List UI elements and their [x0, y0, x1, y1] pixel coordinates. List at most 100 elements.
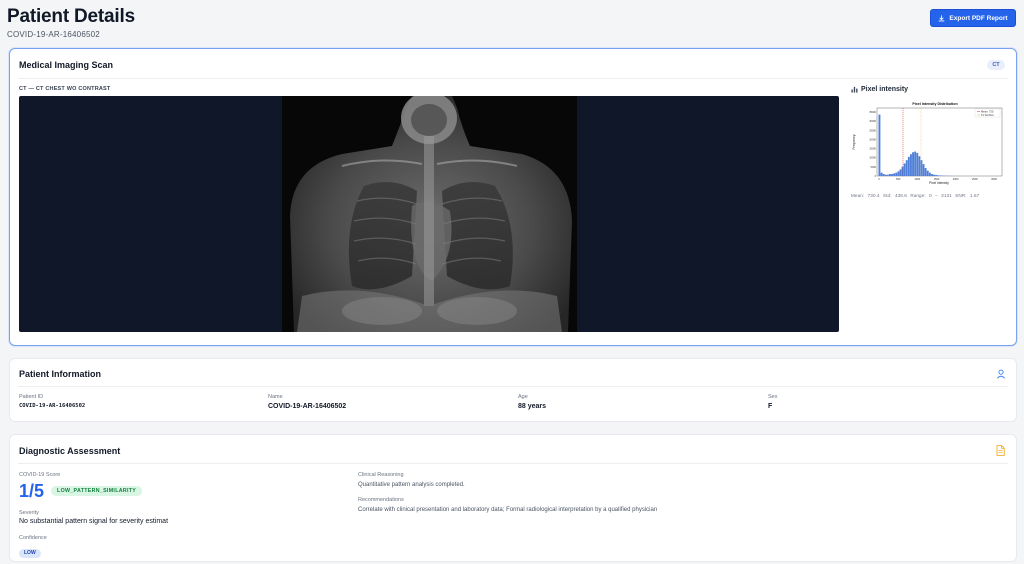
field-name: Name COVID-19-AR-16406502 [268, 394, 346, 410]
bar-chart-icon [851, 86, 858, 93]
histogram-ylabel: Frequency [852, 134, 856, 149]
legend-mean: Mean: 730 [981, 110, 994, 114]
person-icon [996, 369, 1006, 379]
field-patient-id: Patient ID COVID-19-AR-16406502 [19, 394, 85, 409]
y-tick-label: 35000 [869, 111, 876, 114]
histogram-bar [933, 174, 935, 176]
reasoning-block: Clinical Reasoning Quantitative pattern … [358, 472, 465, 488]
histogram-bar [920, 160, 923, 176]
pattern-similarity-badge: LOW_PATTERN_SIMILARITY [51, 486, 143, 496]
x-tick-label: 2000 [953, 177, 959, 181]
histogram-bar [893, 173, 896, 176]
histogram-bar [914, 151, 917, 176]
histogram-bar [882, 174, 885, 176]
histogram-bar [889, 174, 891, 176]
imaging-card-title: Medical Imaging Scan [19, 60, 114, 70]
pixel-intensity-histogram: Pixel Intensity Distribution 05000100001… [851, 99, 1005, 185]
y-tick-label: 10000 [869, 157, 876, 160]
page-title: Patient Details [7, 6, 135, 27]
patient-info-title: Patient Information [19, 369, 102, 379]
field-age: Age 88 years [518, 394, 546, 410]
x-tick-label: 1000 [914, 177, 920, 181]
y-tick-label: 25000 [869, 129, 876, 132]
page-subtitle: COVID-19-AR-16406502 [7, 30, 100, 39]
download-icon [939, 14, 945, 21]
imaging-divider [18, 78, 1008, 79]
scan-description: CT — CT CHEST WO CONTRAST [19, 86, 111, 92]
sex-label: Sex [768, 394, 778, 400]
score-block: COVID-19 Score 1/5 LOW_PATTERN_SIMILARIT… [19, 472, 143, 501]
histogram-title: Pixel Intensity Distribution [912, 102, 957, 106]
histogram-bar [897, 171, 900, 176]
severity-label: Severity [19, 510, 39, 516]
scan-viewer[interactable] [19, 96, 839, 332]
histogram-bar [918, 156, 921, 176]
histogram-bar [931, 174, 933, 176]
reasoning-value: Quantitative pattern analysis completed. [358, 482, 465, 488]
patient-divider [18, 386, 1008, 387]
x-tick-label: 500 [896, 177, 901, 181]
histogram-bar [926, 170, 929, 176]
histogram-bar [912, 152, 914, 176]
pixel-intensity-title: Pixel intensity [851, 86, 908, 93]
export-pdf-button[interactable]: Export PDF Report [930, 9, 1016, 27]
pixel-intensity-label: Pixel intensity [861, 86, 909, 93]
pixel-statistics: Mean: 730.4 Std: 438.6 Range: 0 – 3131 S… [851, 193, 980, 198]
age-label: Age [518, 394, 528, 400]
age-value: 88 years [518, 403, 547, 410]
histogram-bar [886, 174, 889, 176]
sex-value: F [768, 403, 773, 410]
y-tick-label: 5000 [871, 166, 877, 169]
name-value: COVID-19-AR-16406502 [268, 403, 347, 410]
confidence-badge: LOW [19, 548, 41, 558]
severity-block: Severity No substantial pattern signal f… [19, 510, 168, 525]
histogram-bar [922, 164, 925, 176]
histogram-bar [910, 154, 912, 176]
confidence-label: Confidence [19, 535, 47, 541]
histogram-bar [903, 163, 906, 176]
y-tick-label: 20000 [869, 138, 876, 141]
field-sex: Sex F [768, 394, 777, 410]
recommendations-block: Recommendations Correlate with clinical … [358, 497, 657, 513]
patient-info-card: Patient Information Patient ID COVID-19-… [9, 358, 1017, 422]
page-header: Patient Details COVID-19-AR-16406502 [7, 5, 135, 39]
x-tick-label: 3000 [991, 177, 997, 181]
covid-score-value: 1/5 [19, 481, 45, 501]
histogram-bar [884, 174, 887, 176]
histogram-bar [880, 172, 883, 176]
histogram-bar [928, 172, 931, 176]
histogram-bar [916, 152, 919, 176]
y-tick-label: 15000 [869, 148, 876, 151]
diagnostic-card: Diagnostic Assessment COVID-19 Score 1/5… [9, 434, 1017, 562]
histogram-bar [924, 168, 927, 176]
y-tick-label: 30000 [869, 120, 876, 123]
histogram-bar [937, 175, 940, 176]
histogram-bar [905, 160, 908, 176]
legend-std: ±1 Std Dev [981, 113, 995, 117]
x-tick-label: 2500 [972, 177, 978, 181]
imaging-card: Medical Imaging Scan CT CT — CT CHEST WO… [9, 48, 1017, 346]
export-pdf-label: Export PDF Report [949, 14, 1008, 22]
histogram-bar [899, 169, 902, 176]
diagnostic-title: Diagnostic Assessment [19, 446, 121, 456]
recommendations-label: Recommendations [358, 497, 404, 503]
histogram-bar [878, 114, 881, 176]
modality-badge: CT [987, 60, 1005, 70]
patient-id-value: COVID-19-AR-16406502 [19, 403, 86, 409]
ct-scan-image [282, 96, 577, 332]
histogram-bar [935, 175, 938, 176]
recommendations-value: Correlate with clinical presentation and… [358, 507, 658, 513]
confidence-block: Confidence LOW [19, 535, 47, 559]
score-label: COVID-19 Score [19, 472, 61, 478]
document-icon [996, 445, 1005, 456]
name-label: Name [268, 394, 283, 400]
severity-value: No substantial pattern signal for severi… [19, 518, 169, 525]
histogram-bar [907, 156, 910, 176]
histogram-bar [895, 172, 898, 176]
histogram-bar [939, 175, 942, 176]
histogram-bar [891, 174, 893, 176]
diagnostic-divider [18, 463, 1008, 464]
reasoning-label: Clinical Reasoning [358, 472, 404, 478]
histogram-xlabel: Pixel Intensity [929, 181, 949, 185]
patient-id-label: Patient ID [19, 394, 44, 400]
